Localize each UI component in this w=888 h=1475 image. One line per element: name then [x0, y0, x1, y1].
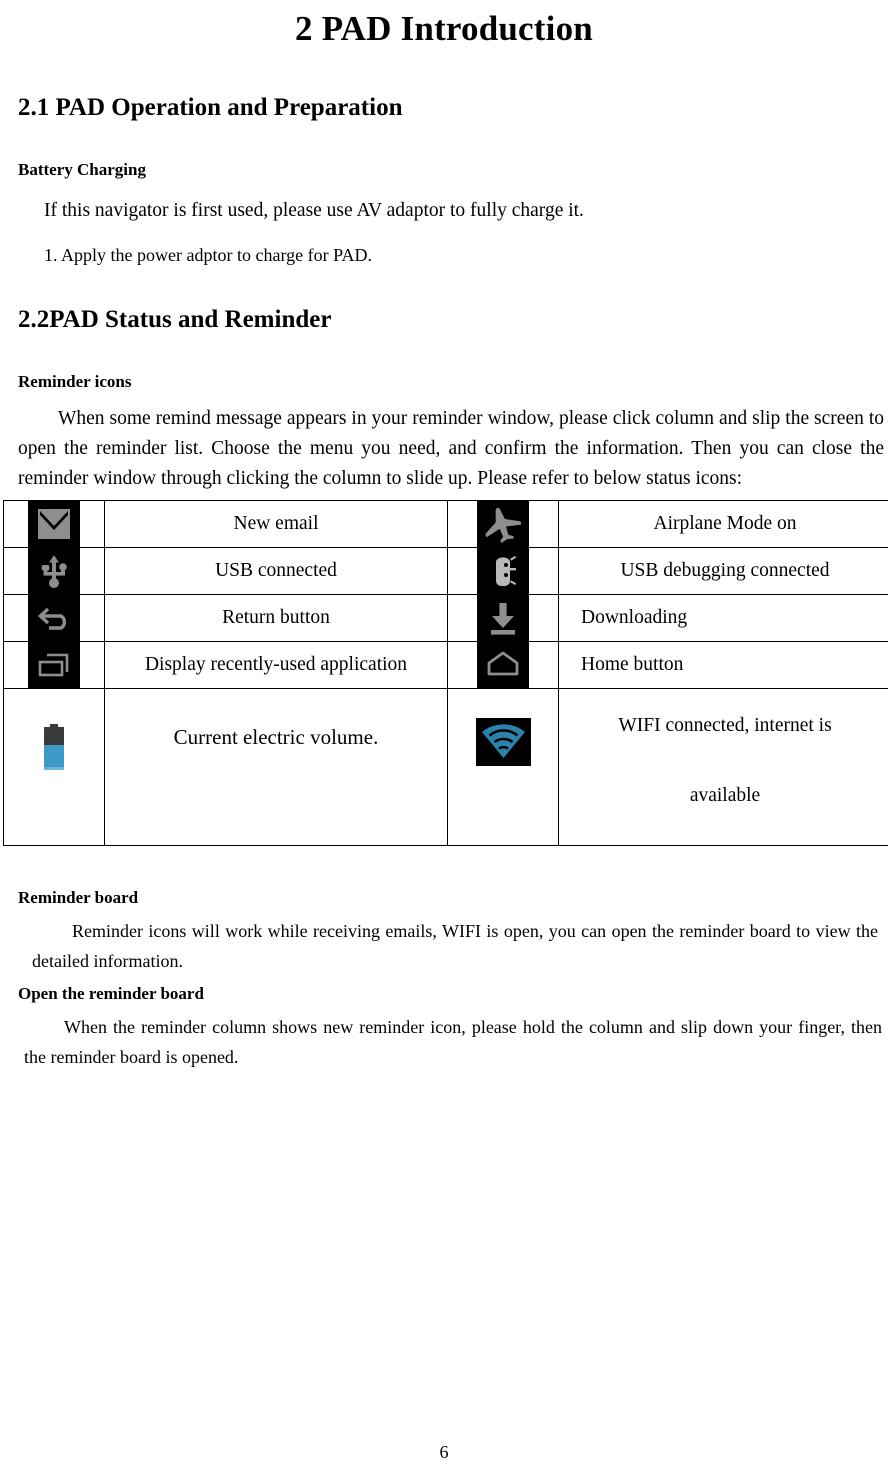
label-downloading: Downloading [558, 594, 888, 642]
subheading-reminder-icons: Reminder icons [18, 372, 132, 391]
label-new-email: New email [104, 500, 448, 548]
cell-icon-recent-apps [3, 641, 105, 689]
paragraph-open-reminder-board: When the reminder column shows new remin… [24, 1017, 882, 1067]
downloading-icon [477, 595, 529, 641]
paragraph-reminder-board: Reminder icons will work while receiving… [32, 921, 878, 971]
document-page: 2 PAD Introduction 2.1 PAD Operation and… [0, 0, 888, 1475]
new-email-icon [28, 501, 80, 547]
cell-icon-usb-connected [3, 547, 105, 595]
usb-debugging-icon [477, 548, 529, 594]
wifi-connected-icon [475, 718, 531, 766]
label-usb-debugging: USB debugging connected [558, 547, 888, 595]
airplane-mode-icon [477, 501, 529, 547]
label-wifi-line2: available [689, 785, 761, 806]
label-battery: Current electric volume. [104, 688, 448, 846]
label-usb-connected: USB connected [104, 547, 448, 595]
section-heading-2-2: 2.2PAD Status and Reminder [18, 306, 332, 333]
table-row: Current electric volume. WIFI connected,… [3, 688, 888, 846]
usb-connected-icon [28, 548, 80, 594]
subheading-battery-charging: Battery Charging [18, 160, 146, 179]
table-row: Return button Downloading [3, 594, 888, 642]
recent-apps-icon [28, 642, 80, 688]
label-return-button: Return button [104, 594, 448, 642]
label-airplane-mode: Airplane Mode on [558, 500, 888, 548]
label-home-button: Home button [558, 641, 888, 689]
subheading-reminder-board: Reminder board [18, 888, 139, 907]
cell-icon-usb-debugging [447, 547, 559, 595]
page-title: 2 PAD Introduction [295, 9, 593, 48]
table-row: Display recently-used application Home b… [3, 641, 888, 689]
cell-icon-home-button [447, 641, 559, 689]
cell-icon-wifi-connected [447, 688, 559, 846]
cell-icon-airplane-mode [447, 500, 559, 548]
subheading-open-reminder-board: Open the reminder board [18, 984, 204, 1003]
paragraph-battery-charging-1: If this navigator is first used, please … [44, 200, 584, 221]
cell-icon-new-email [3, 500, 105, 548]
cell-icon-return-button [3, 594, 105, 642]
table-row: USB connected USB debugging connected [3, 547, 888, 595]
return-button-icon [28, 595, 80, 641]
cell-label-wifi-connected: WIFI connected, internet is available [558, 688, 888, 846]
cell-icon-battery [3, 688, 105, 846]
label-recent-apps: Display recently-used application [104, 641, 448, 689]
cell-icon-downloading [447, 594, 559, 642]
paragraph-reminder-icons: When some remind message appears in your… [18, 408, 884, 489]
table-row: New email Airplane Mode on [3, 500, 888, 548]
battery-icon [34, 722, 74, 774]
label-wifi-line1: WIFI connected, internet is [618, 715, 832, 736]
status-icons-table: New email Airplane Mode on USB connected… [3, 500, 888, 846]
paragraph-battery-charging-2: 1. Apply the power adptor to charge for … [44, 245, 372, 265]
home-button-icon [477, 642, 529, 688]
page-number: 6 [439, 1442, 449, 1462]
section-heading-2-1: 2.1 PAD Operation and Preparation [18, 94, 403, 121]
